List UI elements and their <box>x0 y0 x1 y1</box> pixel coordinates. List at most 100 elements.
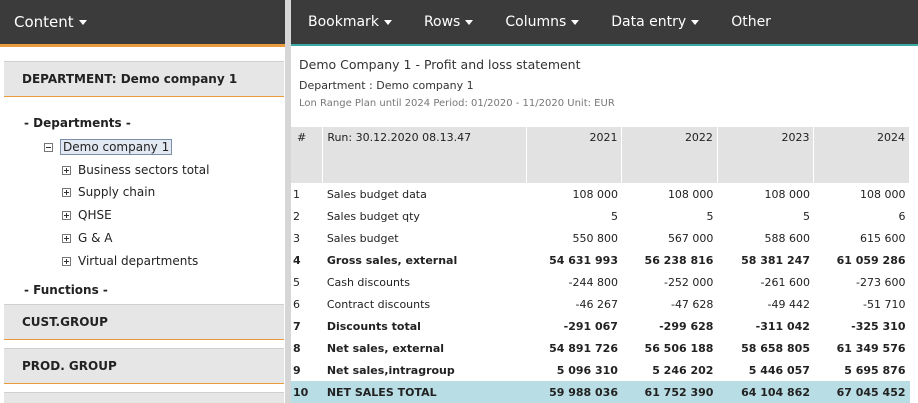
menu-bookmark[interactable]: Bookmark <box>308 14 392 30</box>
content-menu[interactable]: Content <box>0 0 285 44</box>
tree-node-root-label[interactable]: Demo company 1 <box>60 139 173 155</box>
table-row[interactable]: 1 Sales budget data 108 000 108 000 108 000 1… <box>291 183 910 205</box>
department-section-label: DEPARTMENT: Demo company 1 <box>22 72 238 86</box>
pl-table: # Run: 30.12.2020 08.13.47 2021 2022 202… <box>291 127 910 403</box>
table-row[interactable]: 10 NET SALES TOTAL 59 988 036 61 752 390 64 … <box>291 381 910 403</box>
expand-icon[interactable] <box>62 165 71 175</box>
value-cell[interactable]: 6 <box>814 205 910 227</box>
row-index: 7 <box>293 319 301 333</box>
menu-other[interactable]: Other <box>731 14 771 30</box>
value-cell[interactable]: 108 000 <box>717 183 814 205</box>
value-cell[interactable]: 58 658 805 <box>717 337 814 359</box>
value-cell[interactable]: -291 067 <box>527 315 622 337</box>
value-cell[interactable]: -273 600 <box>814 271 910 293</box>
value-cell[interactable]: 61 752 390 <box>621 381 718 403</box>
prod-group-section-label: PROD. GROUP <box>22 359 117 373</box>
value-cell[interactable]: 56 238 816 <box>622 249 717 271</box>
value-cell[interactable]: 567 000 <box>622 227 717 249</box>
tree-node-label[interactable]: QHSE <box>78 208 112 222</box>
tree-node-virtual-departments[interactable]: Virtual departments <box>62 254 198 268</box>
tree-node-business-sectors[interactable]: Business sectors total <box>62 163 209 177</box>
value-cell[interactable]: -252 000 <box>622 271 717 293</box>
header-run: Run: 30.12.2020 08.13.47 <box>322 127 527 183</box>
menubar: Bookmark Rows Columns Data entry Other <box>291 0 918 44</box>
value-cell[interactable]: -244 800 <box>527 271 622 293</box>
caret-down-icon <box>571 19 580 25</box>
header-year-2024[interactable]: 2024 <box>813 127 910 183</box>
tree-node-g-and-a[interactable]: G & A <box>62 231 113 245</box>
row-index: 8 <box>293 341 301 355</box>
value-cell[interactable]: 5 246 202 <box>622 359 717 381</box>
value-cell[interactable]: 615 600 <box>814 227 910 249</box>
next-section-header[interactable] <box>4 392 284 403</box>
value-cell[interactable]: 588 600 <box>717 227 814 249</box>
table-row[interactable]: 2 Sales budget qty 5 5 5 6 <box>291 205 910 227</box>
value-cell[interactable]: 54 631 993 <box>527 249 622 271</box>
value-cell[interactable]: -47 628 <box>622 293 717 315</box>
department-section-header[interactable]: DEPARTMENT: Demo company 1 <box>4 61 284 97</box>
value-cell[interactable]: 108 000 <box>527 183 622 205</box>
cust-group-section-header[interactable]: CUST.GROUP <box>4 304 284 340</box>
value-cell[interactable]: 58 381 247 <box>717 249 814 271</box>
value-cell[interactable]: -299 628 <box>622 315 717 337</box>
table-row[interactable]: 3 Sales budget 550 800 567 000 588 600 615 60… <box>291 227 910 249</box>
table-row[interactable]: 8 Net sales, external 54 891 726 56 506 188… <box>291 337 910 359</box>
tree-node-label[interactable]: Virtual departments <box>78 254 198 268</box>
menu-bookmark-label: Bookmark <box>308 14 379 30</box>
expand-icon[interactable] <box>62 256 71 266</box>
collapse-icon[interactable] <box>44 142 53 152</box>
table-row[interactable]: 6 Contract discounts -46 267 -47 628 -49 442… <box>291 293 910 315</box>
menu-rows-label: Rows <box>423 14 461 30</box>
value-cell[interactable]: 5 446 057 <box>717 359 814 381</box>
value-cell[interactable]: 61 059 286 <box>814 249 910 271</box>
header-year-2021[interactable]: 2021 <box>526 127 623 183</box>
menu-rows[interactable]: Rows <box>423 14 474 30</box>
expand-icon[interactable] <box>62 233 71 243</box>
value-cell[interactable]: 5 <box>622 205 717 227</box>
value-cell[interactable]: 67 045 452 <box>813 381 910 403</box>
tree-node-label[interactable]: G & A <box>78 231 113 245</box>
value-cell[interactable]: 5 695 876 <box>814 359 910 381</box>
value-cell[interactable]: 5 <box>527 205 622 227</box>
caret-down-icon <box>78 19 87 25</box>
value-cell[interactable]: -51 710 <box>814 293 910 315</box>
prod-group-section-header[interactable]: PROD. GROUP <box>4 348 284 384</box>
table-header-row: # Run: 30.12.2020 08.13.47 2021 2022 202… <box>291 127 910 183</box>
tree-node-supply-chain[interactable]: Supply chain <box>62 185 155 199</box>
value-cell[interactable]: 56 506 188 <box>622 337 717 359</box>
tree-node-root[interactable]: Demo company 1 <box>44 139 173 155</box>
value-cell[interactable]: -49 442 <box>717 293 814 315</box>
value-cell[interactable]: 59 988 036 <box>526 381 622 403</box>
value-cell[interactable]: 54 891 726 <box>527 337 622 359</box>
value-cell[interactable]: 5 <box>717 205 814 227</box>
row-index: 6 <box>293 297 300 311</box>
value-cell[interactable]: 5 096 310 <box>527 359 622 381</box>
value-cell[interactable]: -311 042 <box>717 315 814 337</box>
tree-node-qhse[interactable]: QHSE <box>62 208 112 222</box>
value-cell[interactable]: 108 000 <box>622 183 717 205</box>
table-row[interactable]: 4 Gross sales, external 54 631 993 56 238 8… <box>291 249 910 271</box>
caret-down-icon <box>691 19 700 25</box>
menu-data-entry[interactable]: Data entry <box>611 14 700 30</box>
caret-down-icon <box>383 19 392 25</box>
row-label: NET SALES TOTAL <box>322 381 527 403</box>
header-year-2023[interactable]: 2023 <box>717 127 815 183</box>
value-cell[interactable]: 108 000 <box>814 183 910 205</box>
tree-node-label[interactable]: Supply chain <box>78 185 155 199</box>
tree-node-label[interactable]: Business sectors total <box>78 163 209 177</box>
value-cell[interactable]: -261 600 <box>717 271 814 293</box>
caret-down-icon <box>465 19 474 25</box>
value-cell[interactable]: 61 349 576 <box>814 337 910 359</box>
table-row[interactable]: 9 Net sales,intragroup 5 096 310 5 246 202 5… <box>291 359 910 381</box>
expand-icon[interactable] <box>62 187 71 197</box>
header-year-2022[interactable]: 2022 <box>621 127 718 183</box>
value-cell[interactable]: 550 800 <box>527 227 622 249</box>
value-cell[interactable]: -46 267 <box>527 293 622 315</box>
row-label: Discounts total <box>326 319 421 333</box>
menu-columns[interactable]: Columns <box>505 14 580 30</box>
table-row[interactable]: 5 Cash discounts -244 800 -252 000 -261 600-… <box>291 271 910 293</box>
expand-icon[interactable] <box>62 210 71 220</box>
value-cell[interactable]: -325 310 <box>814 315 910 337</box>
table-row[interactable]: 7 Discounts total -291 067 -299 628 -311 042… <box>291 315 910 337</box>
value-cell[interactable]: 64 104 862 <box>717 381 814 403</box>
